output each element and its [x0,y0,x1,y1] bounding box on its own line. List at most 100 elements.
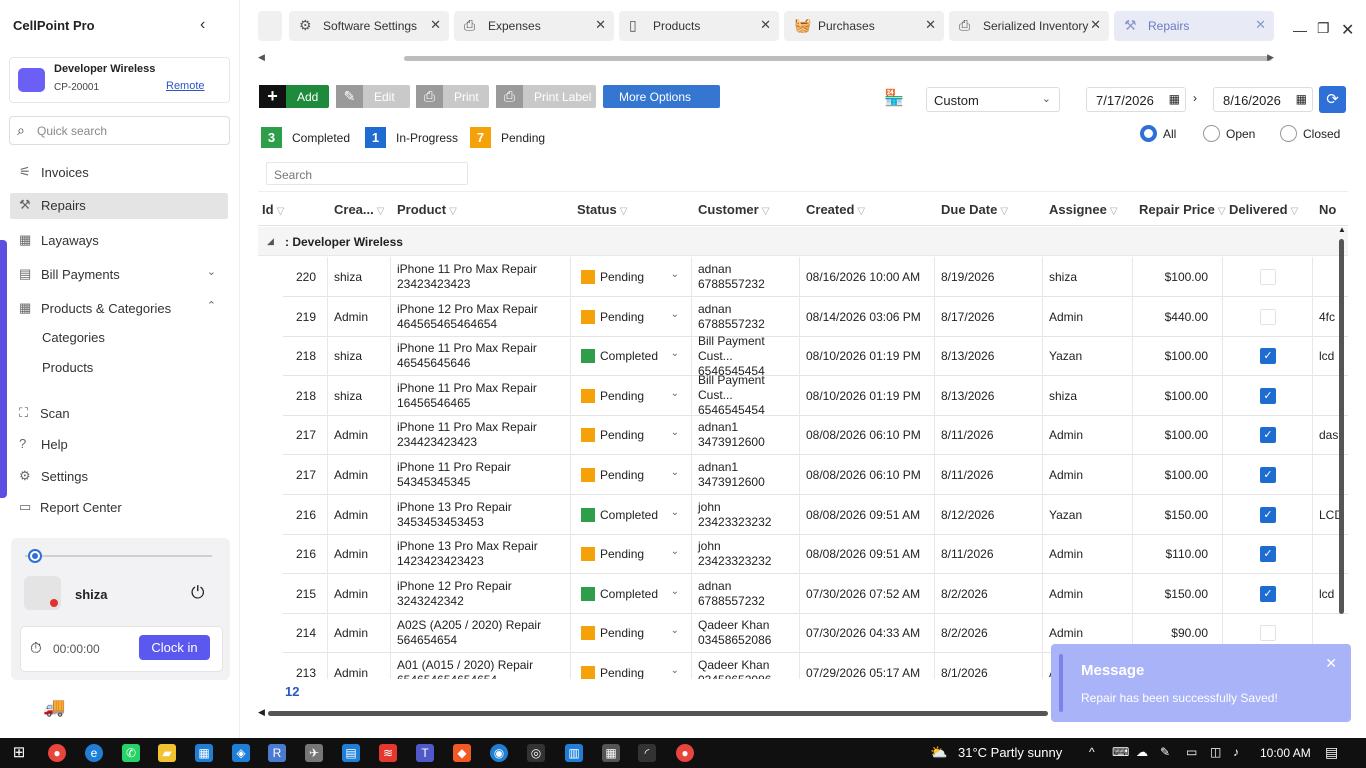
brave-icon[interactable]: ◆ [453,744,471,762]
filter-icon[interactable]: ▽ [1110,206,1118,217]
power-icon[interactable]: ⏻ [191,583,204,603]
avatar[interactable] [24,576,61,610]
chrome-icon[interactable]: ● [676,744,694,762]
grid-horizontal-scrollbar[interactable]: ◀ [258,707,1058,718]
date-range-select[interactable]: Custom ⌄ [926,87,1060,112]
table-row[interactable]: 218 shiza iPhone 11 Pro Max Repair 46545645… [283,334,1348,378]
edit-button[interactable]: ✎ Edit [336,85,410,108]
store-icon[interactable]: 🏪 [884,88,904,108]
scroll-left-icon[interactable]: ◀ [258,707,265,718]
delivered-checkbox[interactable]: ✓ [1260,467,1276,483]
edge-icon[interactable]: e [85,744,103,762]
close-icon[interactable]: ✕ [595,17,606,33]
col-header-customer[interactable]: Customer ▽ [698,202,769,217]
tab-software-settings[interactable]: ⚙ Software Settings ✕ [289,11,449,41]
teams-icon[interactable]: T [416,744,434,762]
delivered-cell[interactable]: ✓ [1223,375,1313,416]
windows-start-icon[interactable]: ⊞ [10,744,28,762]
status-cell[interactable]: Completed ⌄ [571,573,692,614]
pending-count-badge[interactable]: 7 [470,127,491,148]
print-button[interactable]: ⎙ Print [416,85,489,108]
store-app-icon[interactable]: ▦ [195,744,213,762]
delivered-checkbox[interactable]: ✓ [1260,348,1276,365]
status-dropdown[interactable]: Pending ⌄ [577,463,683,487]
calculator-icon[interactable]: ▦ [602,744,620,762]
sidebar-item-help[interactable]: ? Help [10,432,228,458]
battery-icon[interactable]: ▭ [1186,745,1197,759]
sidebar-item-categories[interactable]: Categories [42,330,105,345]
filter-icon[interactable]: ▽ [620,206,628,217]
app-icon[interactable]: ▥ [565,744,583,762]
chrome-icon[interactable]: ● [48,744,66,762]
col-header-delivered[interactable]: Delivered ▽ [1229,202,1298,217]
status-cell[interactable]: Pending ⌄ [571,455,692,495]
filter-closed-radio[interactable] [1280,125,1297,142]
whatsapp-icon[interactable]: ✆ [122,744,140,762]
network-icon[interactable]: ◫ [1210,745,1221,759]
status-dropdown[interactable]: Pending ⌄ [577,661,683,679]
status-dropdown[interactable]: Pending ⌄ [577,384,683,408]
restore-icon[interactable]: ❐ [1317,20,1330,37]
cloud-icon[interactable]: ☁ [1136,745,1148,759]
delivered-checkbox[interactable] [1260,625,1276,642]
tab-products[interactable]: ▯ Products ✕ [619,11,779,41]
volume-icon[interactable]: ♪ [1233,745,1239,759]
close-window-icon[interactable]: ✕ [1341,20,1354,40]
group-row[interactable]: ◢ : Developer Wireless [258,227,1348,256]
col-header-due-date[interactable]: Due Date ▽ [941,202,1008,217]
status-dropdown[interactable]: Pending ⌄ [577,542,683,566]
status-dropdown[interactable]: Pending ⌄ [577,305,683,329]
status-cell[interactable]: Pending ⌄ [571,296,692,337]
table-row[interactable]: 215 Admin iPhone 12 Pro Repair 3243242342 Co… [283,573,1348,614]
delivered-checkbox[interactable]: ✓ [1260,585,1276,602]
tabs-scrollbar[interactable]: ◀ ▶ [258,52,1274,63]
filter-open-radio[interactable] [1203,125,1220,142]
filter-all-radio[interactable] [1140,125,1157,142]
folder-icon[interactable]: ▰ [158,744,176,762]
pen-icon[interactable]: ✎ [1160,745,1170,759]
col-header-notes[interactable]: No [1319,202,1336,217]
app-icon[interactable]: ▤ [342,744,360,762]
delivered-cell[interactable]: ✓ [1223,455,1313,495]
delivered-cell[interactable]: ✓ [1223,415,1313,456]
completed-count-badge[interactable]: 3 [261,127,282,148]
filter-icon[interactable]: ▽ [377,206,385,217]
status-cell[interactable]: Pending ⌄ [571,257,692,297]
date-to-input[interactable]: 8/16/2026 ▦ [1213,87,1313,112]
delivered-cell[interactable]: ✓ [1223,534,1313,575]
calendar-icon[interactable]: ▦ [1296,92,1307,106]
tray-chevron-icon[interactable]: ^ [1089,745,1095,759]
more-options-button[interactable]: More Options [603,85,720,108]
delivered-cell[interactable]: ✓ [1223,336,1313,377]
collapse-group-icon[interactable]: ◢ [267,236,274,247]
sidebar-item-report-center[interactable]: ▭ Report Center [10,495,228,521]
clock-in-button[interactable]: Clock in [139,635,210,660]
delivered-checkbox[interactable]: ✓ [1260,506,1276,523]
app-icon[interactable]: ◎ [527,744,545,762]
sidebar-item-repairs[interactable]: ⚒ Repairs [10,193,228,219]
sidebar-item-products-categories[interactable]: ▦ Products & Categories ⌃ [10,296,228,322]
filter-icon[interactable]: ▽ [277,206,285,217]
scroll-right-icon[interactable]: ▶ [1267,52,1274,63]
delivered-cell[interactable] [1223,296,1313,337]
status-cell[interactable]: Completed ⌄ [571,336,692,377]
truck-icon[interactable]: 🚚 [43,697,65,718]
close-icon[interactable]: ✕ [925,17,936,33]
table-row[interactable]: 216 Admin iPhone 13 Pro Repair 345345345345… [283,494,1348,535]
date-from-input[interactable]: 7/17/2026 ▦ [1086,87,1186,112]
scrollbar-thumb[interactable] [268,711,1048,716]
tray-app-icon[interactable]: ⌨ [1112,745,1129,759]
sidebar-item-settings[interactable]: ⚙ Settings [10,464,228,490]
add-button[interactable]: + Add [259,85,329,108]
col-header-status[interactable]: Status ▽ [577,202,627,217]
grid-search-input[interactable]: Search [266,162,468,185]
filter-icon[interactable]: ▽ [1218,206,1226,217]
col-header-product[interactable]: Product ▽ [397,202,457,217]
delivered-checkbox[interactable]: ✓ [1260,427,1276,444]
status-dropdown[interactable]: Completed ⌄ [577,582,683,606]
grid-vertical-scrollbar[interactable]: ▲ [1338,225,1346,624]
close-icon[interactable]: ✕ [760,17,771,33]
refresh-button[interactable]: ⟳ [1319,86,1346,113]
tab-serialized-inventory[interactable]: ⎙ Serialized Inventory ✕ [949,11,1109,41]
filter-icon[interactable]: ▽ [1000,206,1008,217]
